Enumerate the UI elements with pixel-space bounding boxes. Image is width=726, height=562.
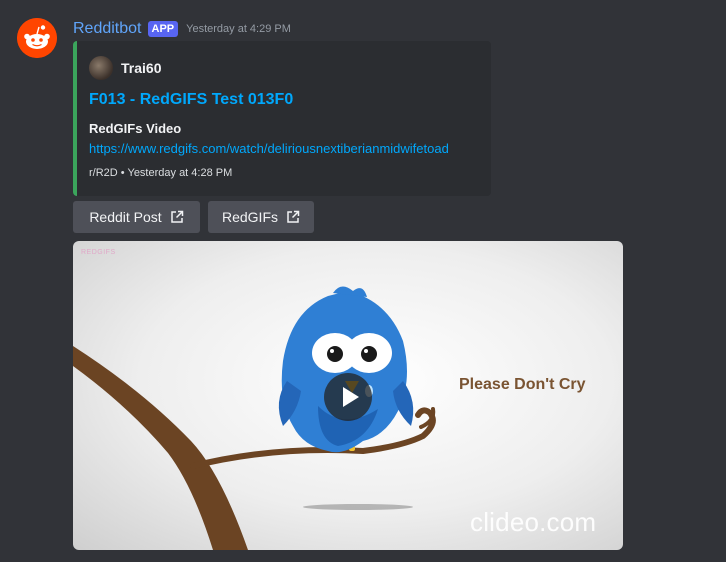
clideo-watermark: clideo.com [470,507,597,537]
reddit-logo-icon [17,18,57,58]
reddit-post-label: Reddit Post [89,209,162,225]
message-header: Redditbot APP Yesterday at 4:29 PM [73,19,291,39]
video-caption: Please Don't Cry [459,376,586,393]
username[interactable]: Redditbot [73,20,142,38]
app-badge: APP [147,21,179,37]
embed-author-name: Trai60 [121,60,162,76]
redgifs-label: RedGIFs [221,209,278,225]
play-icon [343,387,359,407]
reddit-post-button[interactable]: Reddit Post [73,201,200,233]
embed-author: Trai60 [89,56,161,80]
redgifs-button[interactable]: RedGIFs [208,201,314,233]
embed-title[interactable]: F013 - RedGIFS Test 013F0 [89,91,293,109]
external-link-icon [170,210,184,224]
embed-field-name: RedGIFs Video [89,121,182,136]
redgifs-watermark: REDGIFS [81,249,116,256]
embed-field-link[interactable]: https://www.redgifs.com/watch/deliriousn… [89,141,449,156]
play-button[interactable] [324,373,372,421]
bot-avatar[interactable] [17,18,57,58]
message-timestamp: Yesterday at 4:29 PM [186,23,291,35]
video-preview[interactable]: REDGIFS Please Don't Cry clideo.com [73,241,623,550]
external-link-icon [286,210,300,224]
embed-footer: r/R2D • Yesterday at 4:28 PM [89,167,233,179]
link-embed: Trai60 F013 - RedGIFS Test 013F0 RedGIFs… [73,41,491,196]
author-avatar [89,56,113,80]
